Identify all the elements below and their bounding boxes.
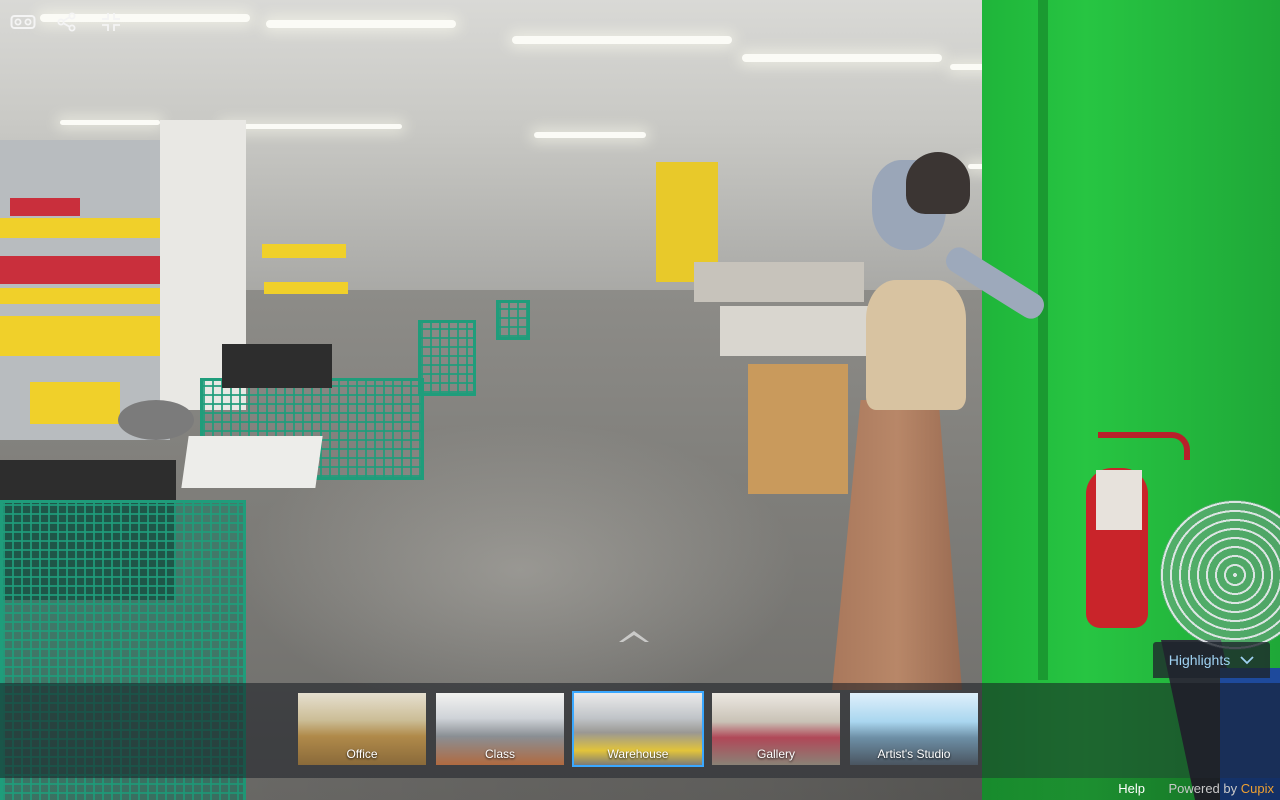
share-button[interactable]	[52, 8, 82, 36]
fabric-rolls	[720, 306, 870, 356]
yellow-bins	[30, 382, 120, 424]
red-bins	[10, 198, 80, 216]
spool	[118, 400, 194, 440]
dark-box	[222, 344, 332, 388]
white-table	[181, 436, 323, 488]
highlights-label: Highlights	[1168, 652, 1231, 668]
scene-thumb-label: Artist's Studio	[877, 747, 951, 761]
powered-by: Powered by Cupix	[1168, 781, 1274, 796]
scene-thumb-office[interactable]: Office	[298, 693, 426, 765]
yellow-shelf	[0, 288, 176, 304]
fabric-rolls	[694, 262, 864, 302]
fullscreen-button[interactable]	[96, 8, 126, 36]
panorama-viewer[interactable]	[0, 0, 1280, 800]
move-forward-button[interactable]	[616, 626, 652, 646]
yellow-shelf	[264, 282, 348, 294]
yellow-bins	[0, 316, 174, 356]
brand-link[interactable]: Cupix	[1241, 781, 1274, 796]
scene-thumb-class[interactable]: Class	[436, 693, 564, 765]
ceiling-light	[534, 132, 646, 138]
scene-thumb-label: Warehouse	[607, 747, 669, 761]
extinguisher-hose	[1098, 432, 1190, 460]
scene-thumb-gallery[interactable]: Gallery	[712, 693, 840, 765]
chevron-up-icon	[619, 631, 649, 642]
mannequin-torso	[866, 280, 966, 410]
scene-thumb-artists-studio[interactable]: Artist's Studio	[850, 693, 978, 765]
green-cart	[496, 300, 530, 340]
red-bins	[0, 256, 164, 284]
viewer-toolbar	[8, 8, 126, 36]
ceiling-light	[60, 120, 160, 125]
ceiling-light	[512, 36, 732, 44]
extinguisher-tag	[1096, 470, 1142, 530]
cardboard-box	[748, 364, 848, 494]
vr-mode-button[interactable]	[8, 8, 38, 36]
mannequin-hat	[906, 152, 970, 214]
help-link[interactable]: Help	[1118, 781, 1145, 796]
fullscreen-icon	[102, 13, 120, 31]
ceiling-light	[742, 54, 942, 62]
yellow-shelf	[0, 218, 168, 238]
footer-bar	[0, 778, 1280, 800]
highlights-toggle[interactable]: Highlights	[1153, 642, 1270, 678]
share-icon	[57, 12, 76, 32]
ceiling-light	[222, 124, 402, 129]
vr-headset-icon	[10, 15, 36, 29]
green-wall-edge	[1038, 0, 1048, 680]
scene-thumb-label: Office	[346, 747, 378, 761]
yellow-shelf	[262, 244, 346, 258]
scene-thumb-label: Class	[484, 747, 515, 761]
scene-thumb-label: Gallery	[756, 747, 795, 761]
green-cart	[418, 320, 476, 396]
ceiling-light	[266, 20, 456, 28]
scene-list: Office Class Warehouse Gallery Artist's …	[298, 691, 978, 767]
powered-by-prefix: Powered by	[1168, 781, 1238, 796]
chevron-down-icon	[1240, 656, 1254, 665]
scene-thumb-warehouse[interactable]: Warehouse	[572, 691, 704, 767]
